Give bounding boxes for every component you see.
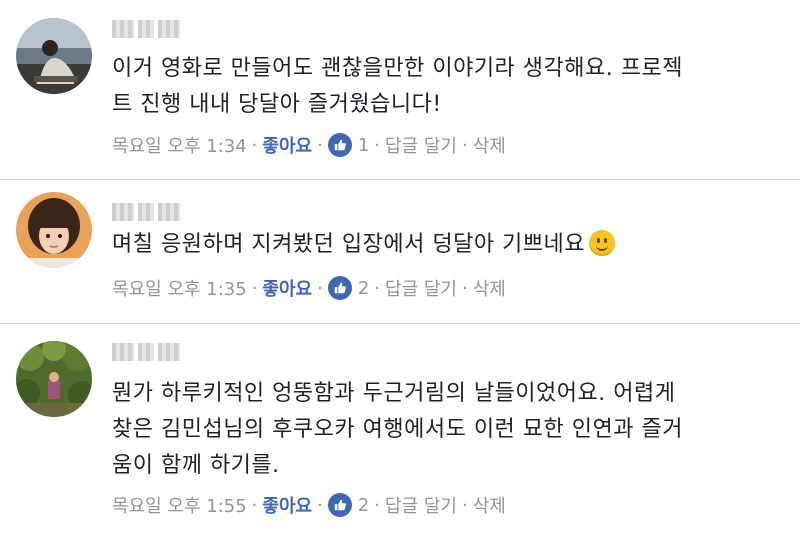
separator-dot: ·	[251, 277, 258, 299]
separator-dot: ·	[461, 494, 468, 516]
delete-link[interactable]: 삭제	[473, 492, 506, 518]
separator-dot: ·	[251, 134, 258, 156]
delete-link[interactable]: 삭제	[473, 132, 506, 158]
separator-dot: ·	[251, 494, 258, 516]
comment-text-line: 뭔가 하루키적인 엉뚱함과 두근거림의 날들이었어요. 어렵게	[112, 381, 676, 406]
blurred-author-name[interactable]	[112, 201, 182, 223]
comment-item: 며칠 응원하며 지켜봤던 입장에서 덩달아 기쁘네요 목요일 오후 1:35 ·…	[0, 180, 800, 324]
comment-text-line: 이거 영화로 만들어도 괜찮을만한 이야기라 생각해요. 프로젝	[112, 56, 683, 81]
comment-timestamp[interactable]: 목요일 오후 1:34	[112, 132, 247, 158]
like-link[interactable]: 좋아요	[262, 132, 312, 158]
comment-text-line: 움이 함께 하기를.	[112, 453, 280, 478]
like-link[interactable]: 좋아요	[262, 275, 312, 301]
thumbs-up-icon[interactable]	[327, 493, 352, 517]
like-link[interactable]: 좋아요	[262, 492, 312, 518]
reply-link[interactable]: 답글 달기	[385, 275, 457, 301]
comment-item: 뭔가 하루키적인 엉뚱함과 두근거림의 날들이었어요. 어렵게 찾은 김민섭님의…	[0, 324, 800, 541]
comment-text: 며칠 응원하며 지켜봤던 입장에서 덩달아 기쁘네요	[112, 227, 784, 263]
like-count[interactable]: 1	[358, 135, 369, 156]
like-count[interactable]: 2	[358, 495, 369, 516]
reply-link[interactable]: 답글 달기	[385, 492, 457, 518]
separator-dot: ·	[317, 277, 323, 299]
separator-dot: ·	[461, 277, 468, 299]
separator-dot: ·	[317, 494, 323, 516]
smiley-emoji-icon	[589, 230, 616, 256]
thumbs-up-icon[interactable]	[327, 276, 352, 300]
comment-text-line: 찾은 김민섭님의 후쿠오카 여행에서도 이런 묘한 인연과 즐거	[112, 417, 683, 442]
separator-dot: ·	[317, 134, 323, 156]
comment-timestamp[interactable]: 목요일 오후 1:55	[112, 492, 247, 518]
comment-timestamp[interactable]: 목요일 오후 1:35	[112, 275, 247, 301]
avatar-photo	[16, 341, 92, 417]
separator-dot: ·	[374, 494, 381, 516]
comment-text-line-wrap: 며칠 응원하며 지켜봤던 입장에서 덩달아 기쁘네요	[112, 227, 784, 263]
comment-list: 이거 영화로 만들어도 괜찮을만한 이야기라 생각해요. 프로젝 트 진행 내내…	[0, 0, 800, 541]
blurred-author-name[interactable]	[112, 18, 182, 40]
comment-item: 이거 영화로 만들어도 괜찮을만한 이야기라 생각해요. 프로젝 트 진행 내내…	[0, 0, 800, 180]
user-avatar[interactable]	[16, 341, 92, 417]
separator-dot: ·	[461, 134, 468, 156]
delete-link[interactable]: 삭제	[473, 275, 506, 301]
separator-dot: ·	[374, 277, 381, 299]
user-avatar[interactable]	[16, 18, 92, 94]
like-count[interactable]: 2	[358, 278, 369, 299]
comment-text: 이거 영화로 만들어도 괜찮을만한 이야기라 생각해요. 프로젝 트 진행 내내…	[112, 51, 784, 123]
comment-text-line: 며칠 응원하며 지켜봤던 입장에서 덩달아 기쁘네요	[112, 232, 586, 257]
reply-link[interactable]: 답글 달기	[385, 132, 457, 158]
separator-dot: ·	[374, 134, 381, 156]
comment-text-line: 트 진행 내내 당달아 즐거웠습니다!	[112, 92, 442, 117]
blurred-author-name[interactable]	[112, 341, 182, 363]
avatar-photo	[16, 18, 92, 94]
thumbs-up-icon[interactable]	[327, 133, 352, 157]
user-avatar[interactable]	[16, 192, 92, 268]
comment-meta: 목요일 오후 1:34 · 좋아요 · 1 · 답글 달기 · 삭제	[112, 130, 506, 160]
comment-text: 뭔가 하루키적인 엉뚱함과 두근거림의 날들이었어요. 어렵게 찾은 김민섭님의…	[112, 376, 784, 484]
comment-meta: 목요일 오후 1:55 · 좋아요 · 2 · 답글 달기 · 삭제	[112, 490, 506, 520]
comment-meta: 목요일 오후 1:35 · 좋아요 · 2 · 답글 달기 · 삭제	[112, 273, 506, 303]
avatar-photo	[16, 192, 92, 268]
